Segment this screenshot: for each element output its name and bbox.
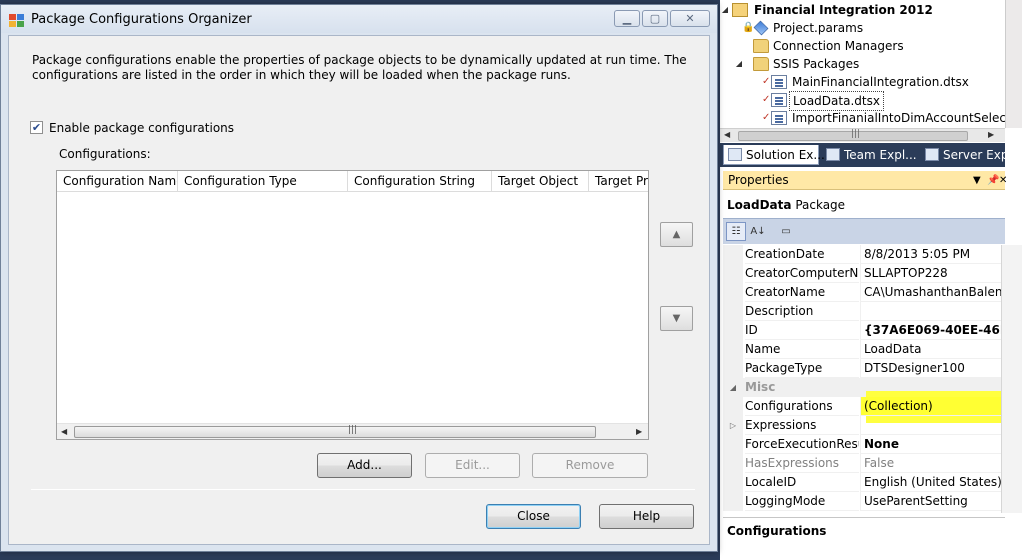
properties-toolbar: ☷ A↓ ▭ (723, 218, 1005, 244)
tree-item-solution[interactable]: ◢ Financial Integration 2012 (720, 1, 1005, 19)
server-explorer-icon (925, 148, 939, 161)
app-icon (9, 14, 24, 27)
folder-icon (753, 57, 769, 71)
lock-icon: 🔒 (742, 22, 755, 33)
tree-item-package-selected[interactable]: ✓ LoadData.dtsx (720, 91, 1005, 111)
params-icon (753, 20, 769, 36)
move-down-button[interactable]: ▼ (660, 306, 693, 331)
column-header-configuration-type[interactable]: Configuration Type (178, 171, 348, 192)
properties-pane-header: Properties ▼ 📌 ✕ (723, 171, 1007, 190)
collapse-arrow-icon[interactable]: ◢ (734, 55, 744, 73)
collapse-arrow-icon[interactable]: ◢ (720, 1, 730, 19)
dialog-titlebar[interactable]: Package Configurations Organizer ▁ ▢ ✕ (1, 5, 717, 33)
property-row-configurations[interactable]: Configurations (Collection) (723, 397, 1001, 416)
enable-configurations-checkbox[interactable]: ✔ (30, 121, 43, 134)
configurations-horizontal-scrollbar[interactable]: ◀ ||| ▶ (57, 423, 648, 439)
property-row[interactable]: ForceExecutionResult None (723, 435, 1001, 454)
properties-object-selector[interactable]: LoadData Package (723, 194, 1005, 216)
dropdown-arrow-icon[interactable]: ▼ (973, 171, 981, 190)
checkmark-icon: ✓ (762, 76, 771, 87)
dialog-title: Package Configurations Organizer (31, 12, 252, 27)
checkmark-icon: ✓ (762, 94, 771, 105)
minimize-icon[interactable]: ▁ (614, 10, 640, 27)
property-row[interactable]: ID {37A6E069-40EE-46EC-8 (723, 321, 1001, 340)
tree-horizontal-scrollbar[interactable]: ◀ ||| ▶ (720, 128, 1005, 142)
dialog-client-area: Package configurations enable the proper… (8, 35, 710, 545)
property-pages-icon[interactable]: ▭ (776, 222, 796, 241)
scroll-right-icon[interactable]: ▶ (636, 427, 642, 436)
close-icon[interactable]: ✕ (999, 171, 1007, 190)
scroll-left-icon[interactable]: ◀ (61, 427, 67, 436)
property-row[interactable]: PackageType DTSDesigner100 (723, 359, 1001, 378)
scroll-left-icon[interactable]: ◀ (724, 130, 730, 139)
tree-item-ssis-packages[interactable]: ◢ SSIS Packages (720, 55, 1005, 73)
property-row[interactable]: HasExpressions False (723, 454, 1001, 473)
edit-button[interactable]: Edit... (425, 453, 520, 478)
scrollbar-thumb[interactable]: ||| (74, 425, 596, 438)
package-icon (771, 111, 787, 125)
tree-vertical-scrollbar[interactable] (1005, 0, 1022, 128)
grip-icon: ||| (851, 129, 861, 139)
package-icon (771, 75, 787, 89)
arrow-up-icon: ▲ (672, 229, 681, 240)
properties-grid: CreationDate 8/8/2013 5:05 PM CreatorCom… (723, 245, 1001, 513)
configurations-label: Configurations: (59, 147, 151, 161)
grip-icon: ||| (348, 425, 358, 435)
property-row[interactable]: CreatorName CA\UmashanthanBalendr (723, 283, 1001, 302)
tab-team-explorer[interactable]: Team Expl... (822, 145, 918, 165)
solution-explorer-tree: ◢ Financial Integration 2012 🔒 Project.p… (720, 0, 1005, 128)
collapse-arrow-icon[interactable]: ◢ (723, 378, 743, 397)
folder-icon (753, 39, 769, 53)
property-row[interactable]: LoggingMode UseParentSetting (723, 492, 1001, 511)
tree-item-connection-managers[interactable]: Connection Managers (720, 37, 1005, 55)
column-header-configuration-string[interactable]: Configuration String (348, 171, 492, 192)
ide-right-panel: ◢ Financial Integration 2012 🔒 Project.p… (720, 0, 1033, 560)
package-configurations-dialog: Package Configurations Organizer ▁ ▢ ✕ P… (0, 4, 718, 552)
scrollbar-thumb[interactable]: ||| (738, 129, 968, 141)
move-up-button[interactable]: ▲ (660, 222, 693, 247)
pin-icon[interactable]: 📌 (987, 171, 999, 190)
tree-item-package[interactable]: ✓ MainFinancialIntegration.dtsx (720, 73, 1005, 91)
dialog-separator (31, 489, 695, 490)
property-row[interactable]: Description (723, 302, 1001, 321)
tab-server-explorer[interactable]: Server Expl... (921, 145, 1023, 165)
enable-configurations-label[interactable]: Enable package configurations (49, 120, 234, 136)
checkmark-icon: ✓ (762, 112, 771, 123)
tree-item-package[interactable]: ✓ ImportFinanialIntoDimAccountSelectio (720, 109, 1005, 127)
close-icon[interactable]: ✕ (670, 10, 710, 27)
pane-tab-strip: Solution Ex... Team Expl... Server Expl.… (720, 143, 1023, 167)
maximize-icon[interactable]: ▢ (642, 10, 668, 27)
properties-vertical-scrollbar[interactable] (1001, 245, 1022, 513)
tree-item-project-params[interactable]: 🔒 Project.params (720, 19, 1005, 37)
property-row-expressions[interactable]: ▷ Expressions (723, 416, 1001, 435)
property-row[interactable]: CreatorComputerNar SLLAPTOP228 (723, 264, 1001, 283)
alphabetical-icon[interactable]: A↓ (748, 222, 768, 241)
intro-text: Package configurations enable the proper… (32, 53, 687, 82)
tab-solution-explorer[interactable]: Solution Ex... (723, 145, 825, 165)
property-row[interactable]: CreationDate 8/8/2013 5:05 PM (723, 245, 1001, 264)
property-description-pane: Configurations (723, 517, 1005, 560)
solution-explorer-icon (728, 148, 742, 161)
add-button[interactable]: Add... (317, 453, 412, 478)
column-header-configuration-name[interactable]: Configuration Name (57, 171, 178, 192)
team-explorer-icon (826, 148, 840, 161)
expand-arrow-icon[interactable]: ▷ (723, 416, 743, 435)
column-header-target-property[interactable]: Target Pro (589, 171, 648, 192)
arrow-down-icon: ▼ (672, 313, 681, 324)
column-header-target-object[interactable]: Target Object (492, 171, 589, 192)
property-row[interactable]: LocaleID English (United States) (723, 473, 1001, 492)
close-button[interactable]: Close (486, 504, 581, 529)
remove-button[interactable]: Remove (532, 453, 648, 478)
scroll-right-icon[interactable]: ▶ (988, 130, 994, 139)
property-row[interactable]: Name LoadData (723, 340, 1001, 359)
categorized-icon[interactable]: ☷ (726, 222, 746, 241)
help-button[interactable]: Help (599, 504, 694, 529)
package-icon (771, 93, 787, 107)
solution-icon (732, 3, 748, 17)
configurations-list[interactable]: Configuration Name Configuration Type Co… (56, 170, 649, 440)
